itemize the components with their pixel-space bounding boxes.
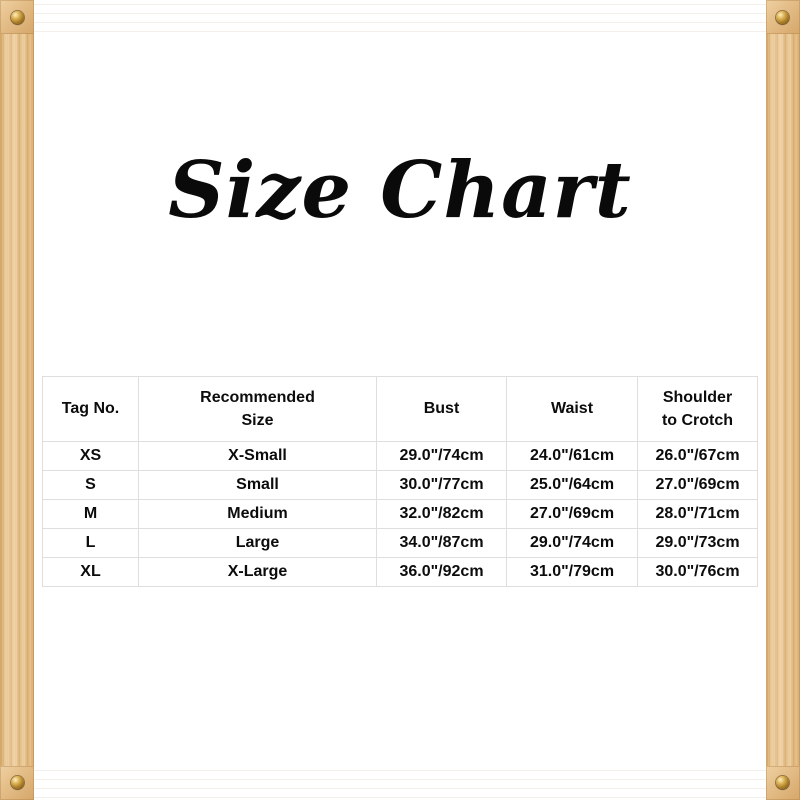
table-row: L Large 34.0"/87cm 29.0"/74cm 29.0"/73cm (42, 528, 758, 558)
column-header-waist-line1: Waist (550, 400, 594, 418)
column-header-bust: Bust (376, 376, 507, 442)
column-header-waist: Waist (506, 376, 638, 442)
table-row: M Medium 32.0"/82cm 27.0"/69cm 28.0"/71c… (42, 499, 758, 529)
size-chart-table: Tag No. Recommended Size Bust Waist Shou… (42, 376, 758, 587)
wooden-picture-frame: Size Chart Tag No. Recommended Size Bust (0, 0, 800, 800)
screw-icon-bottom-left (11, 776, 24, 789)
column-header-recommended-size-line1: Recommended (200, 388, 315, 406)
cell-waist: 27.0"/69cm (506, 499, 638, 529)
chart-canvas: Size Chart Tag No. Recommended Size Bust (34, 34, 766, 766)
column-header-recommended-size-line2: Size (241, 412, 274, 429)
cell-tag-no: S (42, 470, 139, 500)
page-title: Size Chart (168, 145, 632, 236)
cell-recommended-size: Large (138, 528, 377, 558)
cell-bust: 30.0"/77cm (376, 470, 507, 500)
cell-tag-no: XL (42, 557, 139, 587)
table-row: XL X-Large 36.0"/92cm 31.0"/79cm 30.0"/7… (42, 557, 758, 587)
cell-shoulder-to-crotch: 26.0"/67cm (637, 441, 758, 471)
cell-bust: 32.0"/82cm (376, 499, 507, 529)
cell-tag-no: M (42, 499, 139, 529)
column-header-bust-line1: Bust (423, 400, 460, 418)
cell-shoulder-to-crotch: 29.0"/73cm (637, 528, 758, 558)
cell-bust: 34.0"/87cm (376, 528, 507, 558)
table-row: S Small 30.0"/77cm 25.0"/64cm 27.0"/69cm (42, 470, 758, 500)
cell-bust: 36.0"/92cm (376, 557, 507, 587)
cell-tag-no: L (42, 528, 139, 558)
cell-bust: 29.0"/74cm (376, 441, 507, 471)
table-header-row: Tag No. Recommended Size Bust Waist Shou… (42, 376, 758, 442)
table-row: XS X-Small 29.0"/74cm 24.0"/61cm 26.0"/6… (42, 441, 758, 471)
screw-icon-top-right (776, 11, 789, 24)
screw-icon-bottom-right (776, 776, 789, 789)
cell-shoulder-to-crotch: 30.0"/76cm (637, 557, 758, 587)
cell-shoulder-to-crotch: 28.0"/71cm (637, 499, 758, 529)
column-header-shoulder-to-crotch: Shoulder to Crotch (637, 376, 758, 442)
frame-rail-right (766, 0, 800, 800)
cell-recommended-size: X-Small (138, 441, 377, 471)
column-header-recommended-size: Recommended Size (138, 376, 377, 442)
cell-recommended-size: Small (138, 470, 377, 500)
cell-waist: 24.0"/61cm (506, 441, 638, 471)
cell-waist: 29.0"/74cm (506, 528, 638, 558)
cell-shoulder-to-crotch: 27.0"/69cm (637, 470, 758, 500)
cell-tag-no: XS (42, 441, 139, 471)
cell-waist: 25.0"/64cm (506, 470, 638, 500)
screw-icon-top-left (11, 11, 24, 24)
column-header-tag-no-line1: Tag No. (61, 400, 120, 418)
frame-rail-left (0, 0, 34, 800)
cell-waist: 31.0"/79cm (506, 557, 638, 587)
cell-recommended-size: Medium (138, 499, 377, 529)
frame-rail-bottom (0, 766, 800, 800)
column-header-shoulder-to-crotch-line1: Shoulder (662, 388, 733, 406)
column-header-shoulder-to-crotch-line2: to Crotch (661, 412, 734, 429)
column-header-tag-no: Tag No. (42, 376, 139, 442)
cell-recommended-size: X-Large (138, 557, 377, 587)
frame-rail-top (0, 0, 800, 34)
